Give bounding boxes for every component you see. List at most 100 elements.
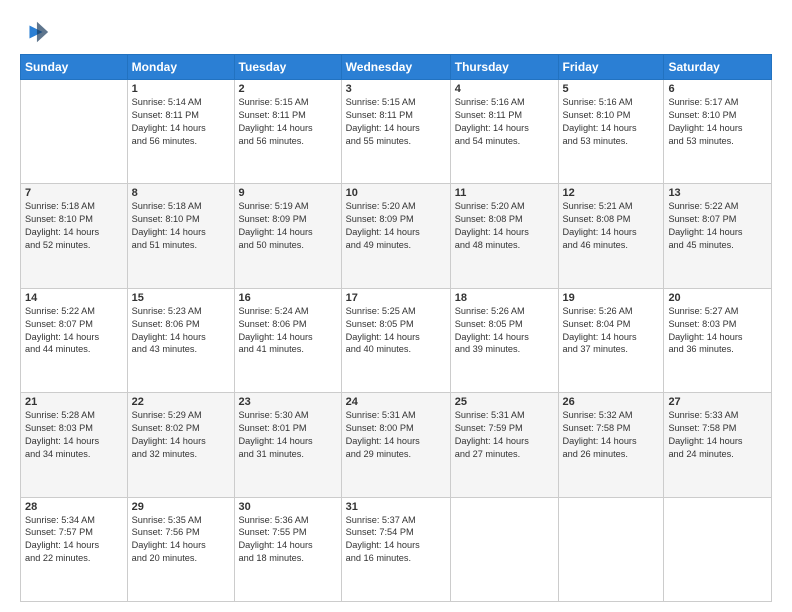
- cell-content: Sunrise: 5:29 AMSunset: 8:02 PMDaylight:…: [132, 409, 230, 461]
- cell-content: Sunrise: 5:19 AMSunset: 8:09 PMDaylight:…: [239, 200, 337, 252]
- day-number: 15: [132, 292, 230, 304]
- calendar-week-5: 28Sunrise: 5:34 AMSunset: 7:57 PMDayligh…: [21, 497, 772, 601]
- day-header-tuesday: Tuesday: [234, 55, 341, 80]
- cell-content: Sunrise: 5:36 AMSunset: 7:55 PMDaylight:…: [239, 514, 337, 566]
- calendar-cell: 25Sunrise: 5:31 AMSunset: 7:59 PMDayligh…: [450, 393, 558, 497]
- day-number: 19: [563, 292, 660, 304]
- cell-content: Sunrise: 5:20 AMSunset: 8:08 PMDaylight:…: [455, 200, 554, 252]
- day-header-friday: Friday: [558, 55, 664, 80]
- calendar-cell: 28Sunrise: 5:34 AMSunset: 7:57 PMDayligh…: [21, 497, 128, 601]
- cell-content: Sunrise: 5:14 AMSunset: 8:11 PMDaylight:…: [132, 96, 230, 148]
- day-header-monday: Monday: [127, 55, 234, 80]
- day-number: 13: [668, 187, 767, 199]
- day-number: 24: [346, 396, 446, 408]
- calendar-cell: 8Sunrise: 5:18 AMSunset: 8:10 PMDaylight…: [127, 184, 234, 288]
- cell-content: Sunrise: 5:31 AMSunset: 7:59 PMDaylight:…: [455, 409, 554, 461]
- cell-content: Sunrise: 5:16 AMSunset: 8:11 PMDaylight:…: [455, 96, 554, 148]
- day-number: 28: [25, 501, 123, 513]
- cell-content: Sunrise: 5:31 AMSunset: 8:00 PMDaylight:…: [346, 409, 446, 461]
- calendar-table: SundayMondayTuesdayWednesdayThursdayFrid…: [20, 54, 772, 602]
- day-header-saturday: Saturday: [664, 55, 772, 80]
- calendar-cell: 6Sunrise: 5:17 AMSunset: 8:10 PMDaylight…: [664, 80, 772, 184]
- day-number: 22: [132, 396, 230, 408]
- calendar-cell: 24Sunrise: 5:31 AMSunset: 8:00 PMDayligh…: [341, 393, 450, 497]
- cell-content: Sunrise: 5:33 AMSunset: 7:58 PMDaylight:…: [668, 409, 767, 461]
- calendar-cell: 10Sunrise: 5:20 AMSunset: 8:09 PMDayligh…: [341, 184, 450, 288]
- day-header-thursday: Thursday: [450, 55, 558, 80]
- day-number: 3: [346, 83, 446, 95]
- page: SundayMondayTuesdayWednesdayThursdayFrid…: [0, 0, 792, 612]
- calendar-cell: 18Sunrise: 5:26 AMSunset: 8:05 PMDayligh…: [450, 288, 558, 392]
- day-number: 8: [132, 187, 230, 199]
- cell-content: Sunrise: 5:28 AMSunset: 8:03 PMDaylight:…: [25, 409, 123, 461]
- header: [20, 18, 772, 46]
- calendar-cell: 15Sunrise: 5:23 AMSunset: 8:06 PMDayligh…: [127, 288, 234, 392]
- day-number: 12: [563, 187, 660, 199]
- calendar-cell: 31Sunrise: 5:37 AMSunset: 7:54 PMDayligh…: [341, 497, 450, 601]
- calendar-cell: 23Sunrise: 5:30 AMSunset: 8:01 PMDayligh…: [234, 393, 341, 497]
- day-number: 17: [346, 292, 446, 304]
- calendar-week-2: 7Sunrise: 5:18 AMSunset: 8:10 PMDaylight…: [21, 184, 772, 288]
- day-number: 14: [25, 292, 123, 304]
- day-number: 5: [563, 83, 660, 95]
- day-number: 29: [132, 501, 230, 513]
- cell-content: Sunrise: 5:24 AMSunset: 8:06 PMDaylight:…: [239, 305, 337, 357]
- calendar-cell: [21, 80, 128, 184]
- cell-content: Sunrise: 5:15 AMSunset: 8:11 PMDaylight:…: [346, 96, 446, 148]
- day-number: 26: [563, 396, 660, 408]
- calendar-cell: 27Sunrise: 5:33 AMSunset: 7:58 PMDayligh…: [664, 393, 772, 497]
- day-number: 31: [346, 501, 446, 513]
- day-number: 27: [668, 396, 767, 408]
- calendar-cell: 30Sunrise: 5:36 AMSunset: 7:55 PMDayligh…: [234, 497, 341, 601]
- cell-content: Sunrise: 5:22 AMSunset: 8:07 PMDaylight:…: [668, 200, 767, 252]
- cell-content: Sunrise: 5:32 AMSunset: 7:58 PMDaylight:…: [563, 409, 660, 461]
- cell-content: Sunrise: 5:35 AMSunset: 7:56 PMDaylight:…: [132, 514, 230, 566]
- day-number: 30: [239, 501, 337, 513]
- logo: [20, 18, 50, 46]
- day-number: 4: [455, 83, 554, 95]
- cell-content: Sunrise: 5:15 AMSunset: 8:11 PMDaylight:…: [239, 96, 337, 148]
- calendar-cell: 1Sunrise: 5:14 AMSunset: 8:11 PMDaylight…: [127, 80, 234, 184]
- calendar-cell: 22Sunrise: 5:29 AMSunset: 8:02 PMDayligh…: [127, 393, 234, 497]
- cell-content: Sunrise: 5:18 AMSunset: 8:10 PMDaylight:…: [132, 200, 230, 252]
- day-number: 7: [25, 187, 123, 199]
- cell-content: Sunrise: 5:18 AMSunset: 8:10 PMDaylight:…: [25, 200, 123, 252]
- day-number: 2: [239, 83, 337, 95]
- calendar-cell: 19Sunrise: 5:26 AMSunset: 8:04 PMDayligh…: [558, 288, 664, 392]
- calendar-cell: 26Sunrise: 5:32 AMSunset: 7:58 PMDayligh…: [558, 393, 664, 497]
- logo-icon: [22, 18, 50, 46]
- day-number: 6: [668, 83, 767, 95]
- day-header-wednesday: Wednesday: [341, 55, 450, 80]
- calendar-cell: 7Sunrise: 5:18 AMSunset: 8:10 PMDaylight…: [21, 184, 128, 288]
- calendar-cell: 17Sunrise: 5:25 AMSunset: 8:05 PMDayligh…: [341, 288, 450, 392]
- calendar-week-4: 21Sunrise: 5:28 AMSunset: 8:03 PMDayligh…: [21, 393, 772, 497]
- cell-content: Sunrise: 5:20 AMSunset: 8:09 PMDaylight:…: [346, 200, 446, 252]
- calendar-cell: 13Sunrise: 5:22 AMSunset: 8:07 PMDayligh…: [664, 184, 772, 288]
- day-number: 9: [239, 187, 337, 199]
- day-number: 18: [455, 292, 554, 304]
- calendar-cell: [558, 497, 664, 601]
- calendar-cell: [664, 497, 772, 601]
- cell-content: Sunrise: 5:26 AMSunset: 8:05 PMDaylight:…: [455, 305, 554, 357]
- calendar-cell: 9Sunrise: 5:19 AMSunset: 8:09 PMDaylight…: [234, 184, 341, 288]
- cell-content: Sunrise: 5:16 AMSunset: 8:10 PMDaylight:…: [563, 96, 660, 148]
- cell-content: Sunrise: 5:22 AMSunset: 8:07 PMDaylight:…: [25, 305, 123, 357]
- day-number: 21: [25, 396, 123, 408]
- cell-content: Sunrise: 5:23 AMSunset: 8:06 PMDaylight:…: [132, 305, 230, 357]
- calendar-cell: 29Sunrise: 5:35 AMSunset: 7:56 PMDayligh…: [127, 497, 234, 601]
- calendar-week-1: 1Sunrise: 5:14 AMSunset: 8:11 PMDaylight…: [21, 80, 772, 184]
- cell-content: Sunrise: 5:37 AMSunset: 7:54 PMDaylight:…: [346, 514, 446, 566]
- cell-content: Sunrise: 5:26 AMSunset: 8:04 PMDaylight:…: [563, 305, 660, 357]
- day-number: 1: [132, 83, 230, 95]
- calendar-header-row: SundayMondayTuesdayWednesdayThursdayFrid…: [21, 55, 772, 80]
- cell-content: Sunrise: 5:21 AMSunset: 8:08 PMDaylight:…: [563, 200, 660, 252]
- day-number: 10: [346, 187, 446, 199]
- calendar-cell: 20Sunrise: 5:27 AMSunset: 8:03 PMDayligh…: [664, 288, 772, 392]
- calendar-cell: 2Sunrise: 5:15 AMSunset: 8:11 PMDaylight…: [234, 80, 341, 184]
- calendar-cell: 11Sunrise: 5:20 AMSunset: 8:08 PMDayligh…: [450, 184, 558, 288]
- calendar-cell: [450, 497, 558, 601]
- cell-content: Sunrise: 5:17 AMSunset: 8:10 PMDaylight:…: [668, 96, 767, 148]
- day-number: 16: [239, 292, 337, 304]
- calendar-cell: 16Sunrise: 5:24 AMSunset: 8:06 PMDayligh…: [234, 288, 341, 392]
- calendar-cell: 3Sunrise: 5:15 AMSunset: 8:11 PMDaylight…: [341, 80, 450, 184]
